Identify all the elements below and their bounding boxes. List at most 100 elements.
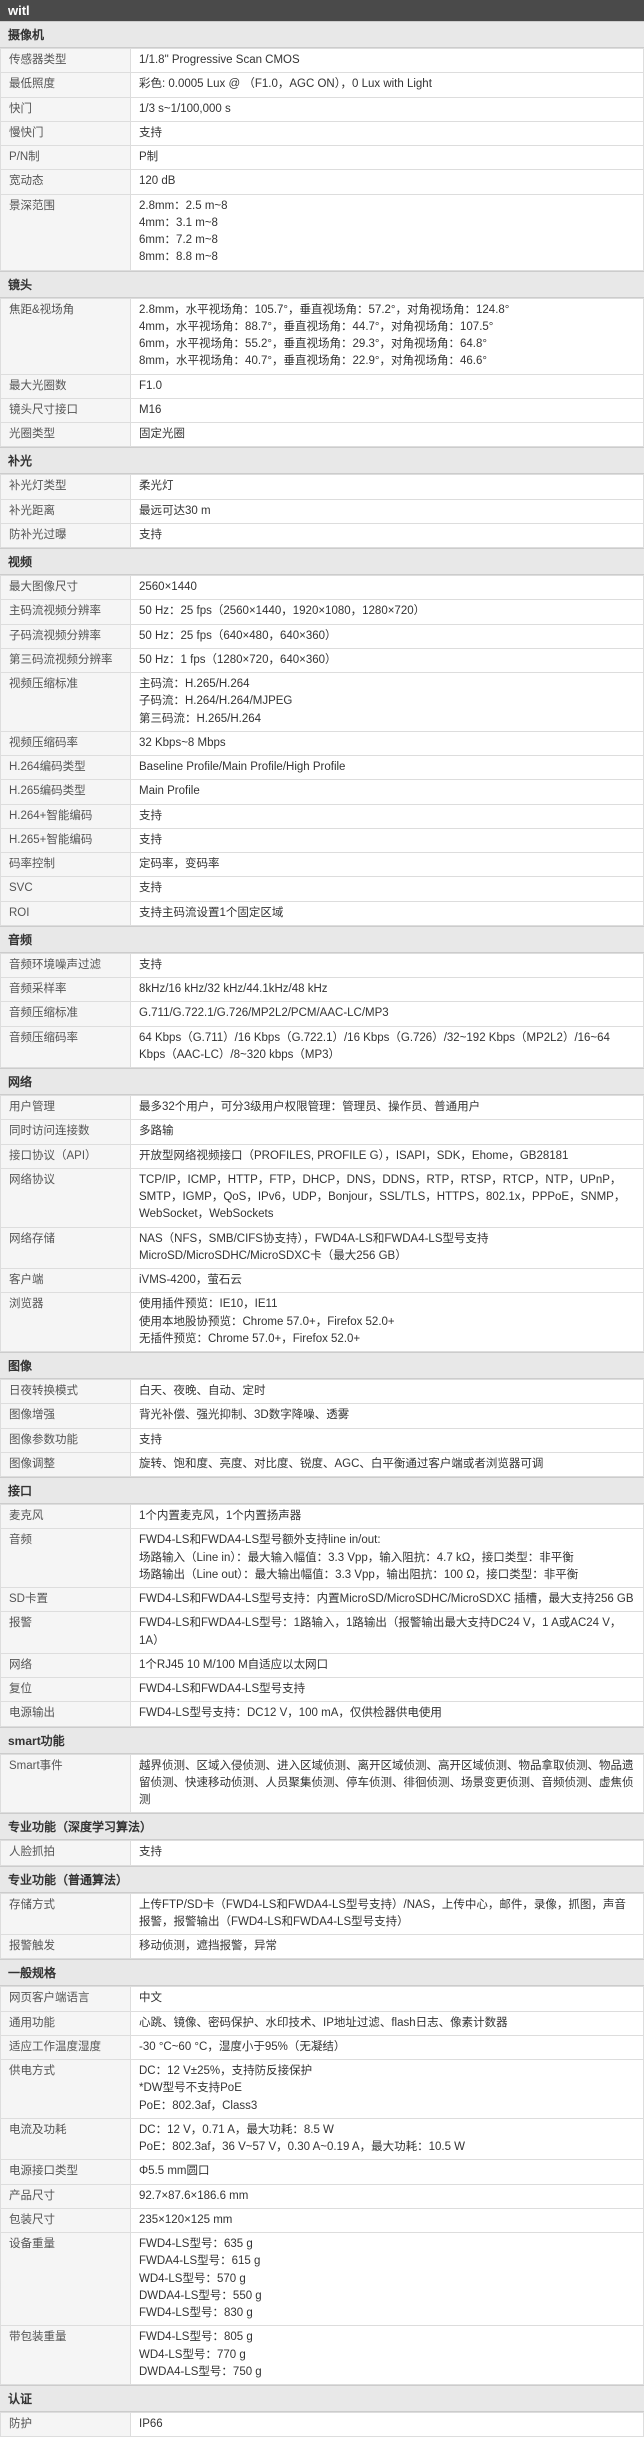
row-value: 50 Hz：25 fps（640×480，640×360） [131, 624, 644, 648]
row-label: 补光距离 [1, 499, 131, 523]
row-value: M16 [131, 398, 644, 422]
row-label: 报警触发 [1, 1935, 131, 1959]
row-value: 越界侦测、区域入侵侦测、进入区域侦测、离开区域侦测、高开区域侦测、物品拿取侦测、… [131, 1754, 644, 1813]
table-row: 网络1个RJ45 10 M/100 M自适应以太网口 [1, 1653, 644, 1677]
table-row: H.265编码类型Main Profile [1, 780, 644, 804]
row-label: 包装尺寸 [1, 2208, 131, 2232]
row-label: ROI [1, 901, 131, 925]
row-label: 接口协议（API） [1, 1144, 131, 1168]
row-label: H.265+智能编码 [1, 828, 131, 852]
row-value: 支持 [131, 804, 644, 828]
table-row: 复位FWD4-LS和FWDA4-LS型号支持 [1, 1678, 644, 1702]
row-value: NAS（NFS，SMB/CIFS协支持），FWD4A-LS和FWDA4-LS型号… [131, 1227, 644, 1269]
section-table: 最大图像尺寸2560×1440主码流视频分辨率50 Hz：25 fps（2560… [0, 575, 644, 926]
row-label: P/N制 [1, 146, 131, 170]
row-label: Smart事件 [1, 1754, 131, 1813]
row-value: 支持主码流设置1个固定区域 [131, 901, 644, 925]
row-label: 传感器类型 [1, 49, 131, 73]
row-label: 网络存储 [1, 1227, 131, 1269]
table-row: 供电方式DC：12 V±25%，支持防反接保护*DW型号不支持PoEPoE：80… [1, 2060, 644, 2119]
section-header-专业功能（深度学习算法）: 专业功能（深度学习算法） [0, 1813, 644, 1840]
section-header-一般规格: 一般规格 [0, 1959, 644, 1986]
row-label: 产品尺寸 [1, 2184, 131, 2208]
row-value: 120 dB [131, 170, 644, 194]
section-table: 音频环境噪声过滤支持音频采样率8kHz/16 kHz/32 kHz/44.1kH… [0, 953, 644, 1068]
row-label: 报警 [1, 1612, 131, 1654]
table-row: 快门1/3 s~1/100,000 s [1, 97, 644, 121]
table-row: SD卡置FWD4-LS和FWDA4-LS型号支持：内置MicroSD/Micro… [1, 1588, 644, 1612]
row-label: 镜头尺寸接口 [1, 398, 131, 422]
row-label: 视频压缩码率 [1, 731, 131, 755]
table-row: SVC支持 [1, 877, 644, 901]
row-value: 1个RJ45 10 M/100 M自适应以太网口 [131, 1653, 644, 1677]
row-label: 图像增强 [1, 1404, 131, 1428]
table-row: 设备重量FWD4-LS型号：635 gFWDA4-LS型号：615 gWD4-L… [1, 2233, 644, 2326]
table-row: 麦克风1个内置麦克风，1个内置扬声器 [1, 1505, 644, 1529]
row-label: SVC [1, 877, 131, 901]
row-value: 定码率，变码率 [131, 853, 644, 877]
row-label: 电源输出 [1, 1702, 131, 1726]
table-row: 网络存储NAS（NFS，SMB/CIFS协支持），FWD4A-LS和FWDA4-… [1, 1227, 644, 1269]
row-value: 1/1.8" Progressive Scan CMOS [131, 49, 644, 73]
row-label: 浏览器 [1, 1293, 131, 1352]
table-row: 视频压缩标准主码流：H.265/H.264子码流：H.264/H.264/MJP… [1, 673, 644, 732]
table-row: 电源接口类型Φ5.5 mm圆口 [1, 2160, 644, 2184]
table-row: 包装尺寸235×120×125 mm [1, 2208, 644, 2232]
section-header-网络: 网络 [0, 1068, 644, 1095]
row-value: 白天、夜晚、自动、定时 [131, 1380, 644, 1404]
row-label: 视频压缩标准 [1, 673, 131, 732]
row-label: 宽动态 [1, 170, 131, 194]
section-table: 人脸抓拍支持 [0, 1840, 644, 1865]
row-label: 网络协议 [1, 1168, 131, 1227]
row-value: 50 Hz：1 fps（1280×720，640×360） [131, 648, 644, 672]
table-row: 带包装重量FWD4-LS型号：805 gWD4-LS型号：770 gDWDA4-… [1, 2326, 644, 2385]
section-table: 网页客户端语言中文通用功能心跳、镜像、密码保护、水印技术、IP地址过滤、flas… [0, 1986, 644, 2385]
row-label: 光圈类型 [1, 423, 131, 447]
row-value: 上传FTP/SD卡（FWD4-LS和FWDA4-LS型号支持）/NAS，上传中心… [131, 1893, 644, 1935]
section-header-音频: 音频 [0, 926, 644, 953]
table-row: 日夜转换模式白天、夜晚、自动、定时 [1, 1380, 644, 1404]
table-row: 浏览器使用插件预览：IE10，IE11使用本地股协预览：Chrome 57.0+… [1, 1293, 644, 1352]
table-row: 电源输出FWD4-LS型号支持：DC12 V，100 mA，仅供检器供电使用 [1, 1702, 644, 1726]
row-label: 防补光过曝 [1, 523, 131, 547]
table-row: 适应工作温度湿度-30 °C~60 °C，湿度小于95%（无凝结） [1, 2035, 644, 2059]
table-row: 电流及功耗DC：12 V，0.71 A，最大功耗：8.5 WPoE：802.3a… [1, 2118, 644, 2160]
row-value: 心跳、镜像、密码保护、水印技术、IP地址过滤、flash日志、像素计数器 [131, 2011, 644, 2035]
row-value: P制 [131, 146, 644, 170]
table-row: 产品尺寸92.7×87.6×186.6 mm [1, 2184, 644, 2208]
row-value: 支持 [131, 1841, 644, 1865]
row-label: 通用功能 [1, 2011, 131, 2035]
table-row: 用户管理最多32个用户，可分3级用户权限管理：管理员、操作员、普通用户 [1, 1096, 644, 1120]
row-value: F1.0 [131, 374, 644, 398]
row-value: 支持 [131, 523, 644, 547]
row-value: DC：12 V，0.71 A，最大功耗：8.5 WPoE：802.3af，36 … [131, 2118, 644, 2160]
table-row: 同时访问连接数多路输 [1, 1120, 644, 1144]
row-label: H.265编码类型 [1, 780, 131, 804]
row-label: 最大图像尺寸 [1, 576, 131, 600]
table-row: 存储方式上传FTP/SD卡（FWD4-LS和FWDA4-LS型号支持）/NAS，… [1, 1893, 644, 1935]
section-table: 日夜转换模式白天、夜晚、自动、定时图像增强背光补偿、强光抑制、3D数字降噪、透雾… [0, 1379, 644, 1477]
row-label: 存储方式 [1, 1893, 131, 1935]
row-value: 中文 [131, 1987, 644, 2011]
row-label: 音频环境噪声过滤 [1, 953, 131, 977]
row-value: Baseline Profile/Main Profile/High Profi… [131, 756, 644, 780]
section-table: Smart事件越界侦测、区域入侵侦测、进入区域侦测、离开区域侦测、高开区域侦测、… [0, 1754, 644, 1814]
row-value: 使用插件预览：IE10，IE11使用本地股协预览：Chrome 57.0+，Fi… [131, 1293, 644, 1352]
row-value: 8kHz/16 kHz/32 kHz/44.1kHz/48 kHz [131, 978, 644, 1002]
table-row: 音频环境噪声过滤支持 [1, 953, 644, 977]
row-value: 多路输 [131, 1120, 644, 1144]
table-row: H.265+智能编码支持 [1, 828, 644, 852]
row-label: 人脸抓拍 [1, 1841, 131, 1865]
row-label: 设备重量 [1, 2233, 131, 2326]
row-value: 32 Kbps~8 Mbps [131, 731, 644, 755]
row-label: 子码流视频分辨率 [1, 624, 131, 648]
row-label: 景深范围 [1, 194, 131, 270]
table-row: 主码流视频分辨率50 Hz：25 fps（2560×1440，1920×1080… [1, 600, 644, 624]
table-row: 图像增强背光补偿、强光抑制、3D数字降噪、透雾 [1, 1404, 644, 1428]
row-value: FWD4-LS型号：805 gWD4-LS型号：770 gDWDA4-LS型号：… [131, 2326, 644, 2385]
table-row: 传感器类型1/1.8" Progressive Scan CMOS [1, 49, 644, 73]
table-row: 报警FWD4-LS和FWDA4-LS型号：1路输入，1路输出（报警输出最大支持D… [1, 1612, 644, 1654]
table-row: 接口协议（API）开放型网络视频接口（PROFILES, PROFILE G），… [1, 1144, 644, 1168]
row-label: 防护 [1, 2413, 131, 2437]
row-value: 支持 [131, 953, 644, 977]
